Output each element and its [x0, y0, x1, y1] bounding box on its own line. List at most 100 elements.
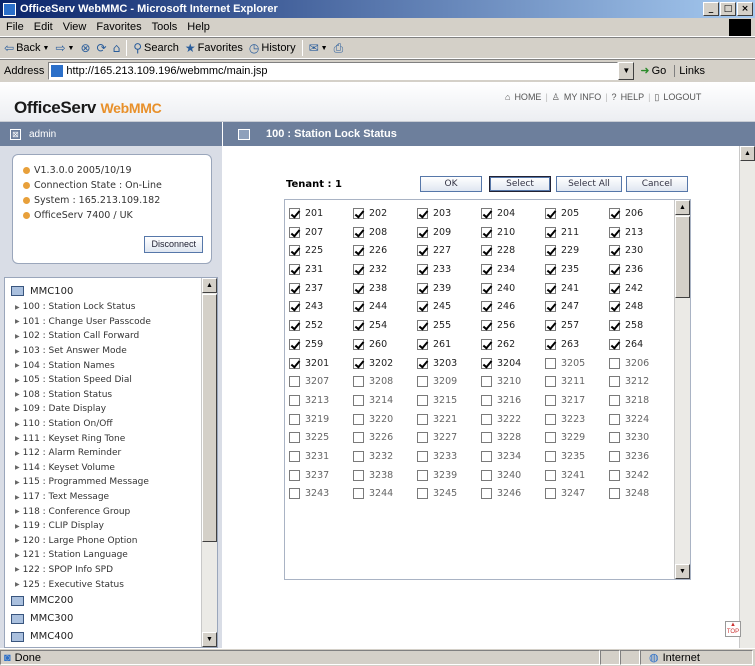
station-checkbox-item[interactable]: 3232 — [353, 449, 417, 464]
menu-group-2[interactable]: MMC300 — [5, 610, 203, 628]
station-checkbox-item[interactable]: 256 — [481, 318, 545, 333]
checkbox-unchecked[interactable] — [353, 394, 364, 406]
station-checkbox-item[interactable]: 231 — [289, 262, 353, 277]
station-checkbox-item[interactable]: 3229 — [545, 430, 609, 445]
menu-item[interactable]: ▶ 102 : Station Call Forward — [5, 329, 203, 344]
print-button[interactable]: ⎙ — [334, 41, 344, 56]
station-checkbox-item[interactable]: 242 — [609, 281, 673, 296]
nav-help[interactable]: HELP — [621, 92, 645, 103]
home-button[interactable]: ⌂ — [113, 41, 121, 55]
back-to-top-button[interactable]: ▲ TOP — [725, 621, 741, 637]
station-checkbox-item[interactable]: 264 — [609, 337, 673, 352]
station-checkbox-item[interactable]: 3226 — [353, 430, 417, 445]
station-checkbox-item[interactable]: 3210 — [481, 374, 545, 389]
station-checkbox-item[interactable]: 258 — [609, 318, 673, 333]
station-checkbox-item[interactable]: 263 — [545, 337, 609, 352]
menu-scrollbar[interactable]: ▲ ▼ — [201, 278, 217, 647]
station-checkbox-item[interactable]: 254 — [353, 318, 417, 333]
station-checkbox-item[interactable]: 244 — [353, 299, 417, 314]
station-checkbox-item[interactable]: 3209 — [417, 374, 481, 389]
checkbox-unchecked[interactable] — [481, 469, 492, 481]
checkbox-checked[interactable] — [353, 226, 364, 238]
go-button[interactable]: ➜ Go — [640, 64, 666, 78]
checkbox-unchecked[interactable] — [289, 394, 300, 406]
checkbox-unchecked[interactable] — [353, 376, 364, 388]
checkbox-unchecked[interactable] — [289, 376, 300, 388]
station-checkbox-item[interactable]: 228 — [481, 243, 545, 258]
station-checkbox-item[interactable]: 3247 — [545, 486, 609, 501]
checkbox-unchecked[interactable] — [417, 469, 428, 481]
checkbox-unchecked[interactable] — [417, 450, 428, 462]
minimize-button[interactable]: _ — [703, 2, 719, 16]
menu-edit[interactable]: Edit — [34, 21, 53, 33]
station-checkbox-item[interactable]: 3207 — [289, 374, 353, 389]
station-checkbox-item[interactable]: 260 — [353, 337, 417, 352]
station-checkbox-item[interactable]: 209 — [417, 225, 481, 240]
checkbox-checked[interactable] — [481, 301, 492, 313]
station-checkbox-item[interactable]: 226 — [353, 243, 417, 258]
checkbox-unchecked[interactable] — [417, 376, 428, 388]
station-checkbox-item[interactable]: 3228 — [481, 430, 545, 445]
checkbox-checked[interactable] — [417, 320, 428, 332]
checkbox-unchecked[interactable] — [353, 413, 364, 425]
checkbox-unchecked[interactable] — [545, 488, 556, 500]
station-checkbox-item[interactable]: 261 — [417, 337, 481, 352]
checkbox-checked[interactable] — [353, 282, 364, 294]
checkbox-checked[interactable] — [417, 208, 428, 219]
checkbox-unchecked[interactable] — [545, 469, 556, 481]
checkbox-unchecked[interactable] — [545, 450, 556, 462]
checkbox-checked[interactable] — [417, 282, 428, 294]
menu-group-1[interactable]: MMC200 — [5, 592, 203, 610]
station-checkbox-item[interactable]: 236 — [609, 262, 673, 277]
checkbox-checked[interactable] — [289, 338, 300, 350]
station-scrollbar[interactable]: ▲ ▼ — [674, 200, 690, 579]
station-checkbox-item[interactable]: 3220 — [353, 412, 417, 427]
station-checkbox-item[interactable]: 205 — [545, 206, 609, 221]
checkbox-checked[interactable] — [609, 264, 620, 276]
station-checkbox-item[interactable]: 3222 — [481, 412, 545, 427]
station-checkbox-item[interactable]: 229 — [545, 243, 609, 258]
station-checkbox-item[interactable]: 3201 — [289, 356, 353, 371]
station-checkbox-item[interactable]: 201 — [289, 206, 353, 221]
station-checkbox-item[interactable]: 3238 — [353, 468, 417, 483]
station-checkbox-item[interactable]: 3231 — [289, 449, 353, 464]
checkbox-unchecked[interactable] — [545, 432, 556, 444]
station-checkbox-item[interactable]: 234 — [481, 262, 545, 277]
station-checkbox-item[interactable]: 3237 — [289, 468, 353, 483]
station-checkbox-item[interactable]: 255 — [417, 318, 481, 333]
checkbox-checked[interactable] — [289, 245, 300, 257]
station-checkbox-item[interactable]: 3227 — [417, 430, 481, 445]
checkbox-unchecked[interactable] — [609, 357, 620, 369]
station-checkbox-item[interactable]: 257 — [545, 318, 609, 333]
station-checkbox-item[interactable]: 3246 — [481, 486, 545, 501]
checkbox-checked[interactable] — [609, 301, 620, 313]
checkbox-checked[interactable] — [481, 245, 492, 257]
menu-item[interactable]: ▶ 104 : Station Names — [5, 358, 203, 373]
nav-home[interactable]: HOME — [514, 92, 541, 103]
checkbox-unchecked[interactable] — [545, 394, 556, 406]
checkbox-checked[interactable] — [289, 208, 300, 219]
checkbox-checked[interactable] — [289, 357, 300, 369]
station-checkbox-item[interactable]: 237 — [289, 281, 353, 296]
menu-item[interactable]: ▶ 121 : Station Language — [5, 548, 203, 563]
station-checkbox-item[interactable]: 3217 — [545, 393, 609, 408]
checkbox-unchecked[interactable] — [545, 357, 556, 369]
scroll-thumb[interactable] — [675, 216, 690, 298]
station-checkbox-item[interactable]: 247 — [545, 299, 609, 314]
checkbox-unchecked[interactable] — [481, 432, 492, 444]
menu-item[interactable]: ▶ 125 : Executive Status — [5, 577, 203, 592]
checkbox-checked[interactable] — [481, 357, 492, 369]
address-dropdown-button[interactable]: ▼ — [618, 61, 635, 80]
page-scrollbar[interactable]: ▲ — [739, 146, 755, 648]
checkbox-checked[interactable] — [289, 226, 300, 238]
station-checkbox-item[interactable]: 3241 — [545, 468, 609, 483]
checkbox-checked[interactable] — [481, 264, 492, 276]
refresh-button[interactable]: ⟳ — [97, 41, 107, 55]
checkbox-checked[interactable] — [417, 301, 428, 313]
checkbox-checked[interactable] — [353, 208, 364, 219]
station-checkbox-item[interactable]: 3206 — [609, 356, 673, 371]
station-checkbox-item[interactable]: 3223 — [545, 412, 609, 427]
station-checkbox-item[interactable]: 3234 — [481, 449, 545, 464]
checkbox-unchecked[interactable] — [481, 413, 492, 425]
close-button[interactable]: × — [737, 2, 753, 16]
